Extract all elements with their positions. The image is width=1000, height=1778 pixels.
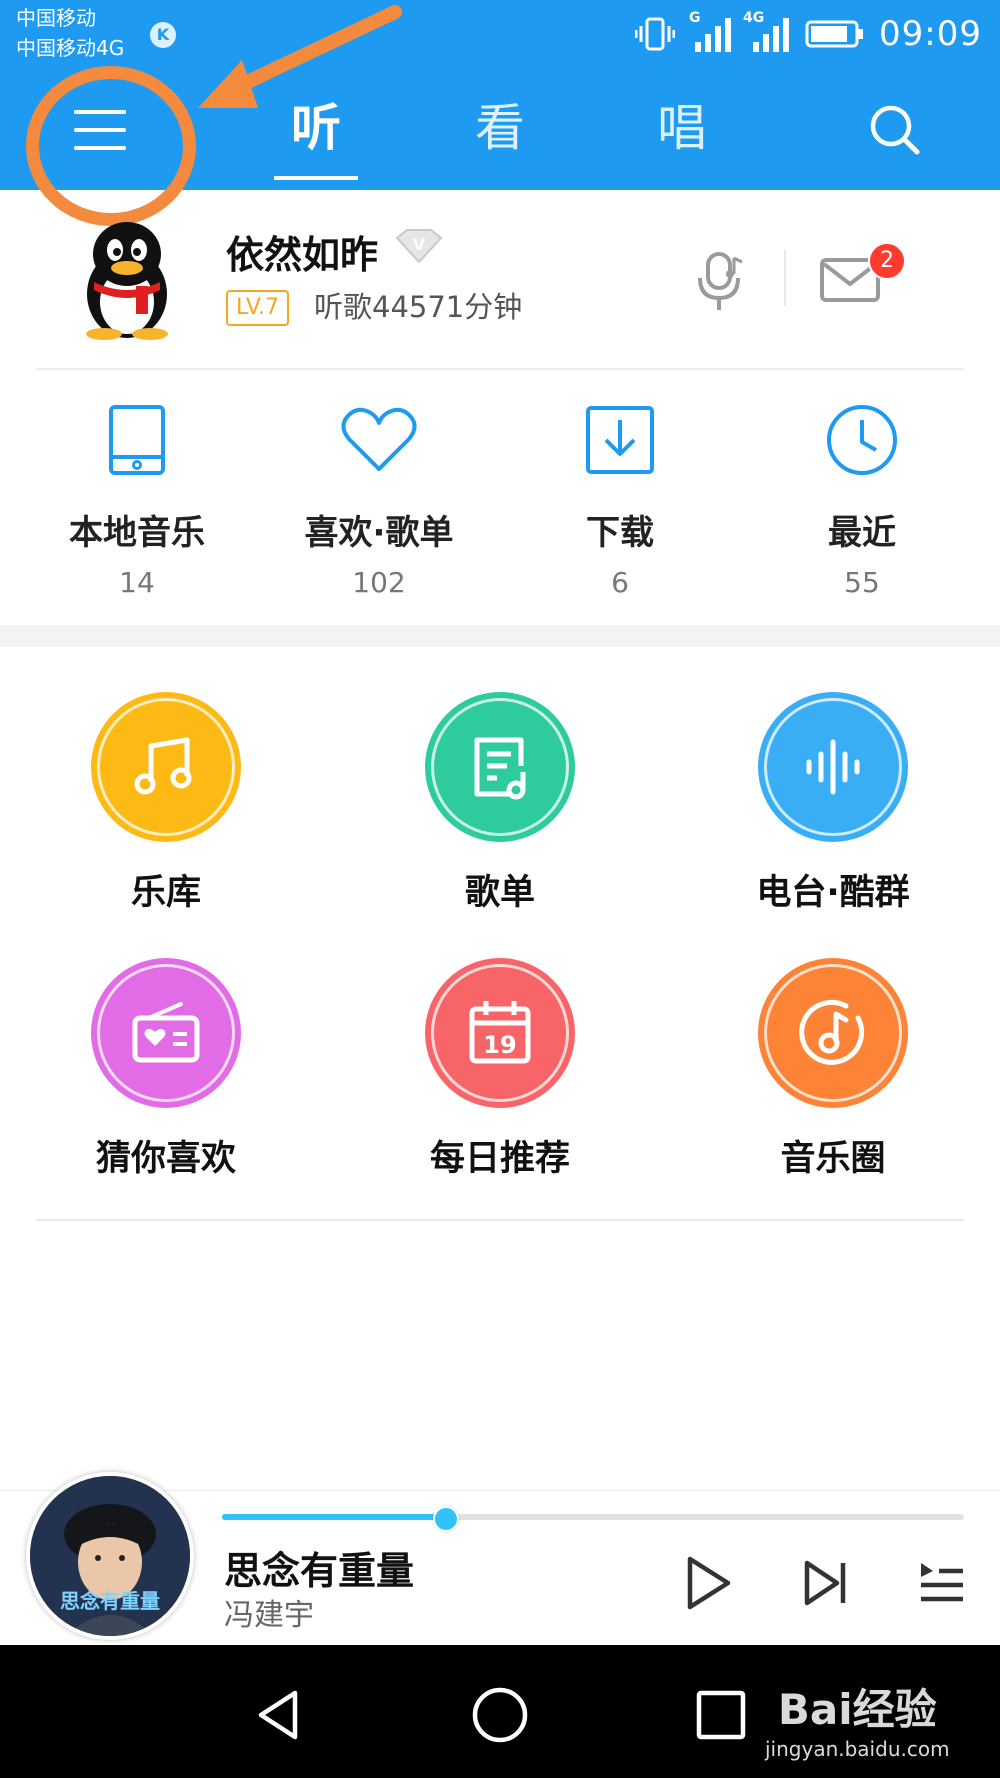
level-badge: LV.7 <box>226 290 290 326</box>
watermark: Bai经验 jingyan.baidu.com <box>765 1676 950 1761</box>
grid-circle <box>91 692 241 842</box>
home-circle-icon <box>472 1687 528 1743</box>
grid-label: 乐库 <box>130 873 201 913</box>
microphone-note-icon <box>698 252 743 310</box>
carrier-label-1: 中国移动 <box>16 6 96 30</box>
quick-favorites[interactable]: 喜欢·歌单 102 <box>269 395 489 599</box>
queue-list-icon <box>921 1563 963 1602</box>
progress-fill <box>222 1514 445 1520</box>
progress-knob[interactable] <box>432 1506 459 1532</box>
grid-label: 每日推荐 <box>429 1139 570 1179</box>
back-triangle-icon <box>258 1690 298 1740</box>
music-circle-icon <box>799 999 865 1065</box>
grid-label: 猜你喜欢 <box>95 1139 236 1179</box>
vibrate-icon <box>635 17 676 51</box>
clock-time: 09:09 <box>879 14 982 54</box>
progress-bar[interactable] <box>222 1506 964 1532</box>
calendar-icon: 19 <box>469 1001 531 1064</box>
clock-icon <box>827 405 897 475</box>
tab-sing-label: 唱 <box>657 99 707 157</box>
signal-icon-2: 4G <box>743 10 791 54</box>
playlist-queue-button[interactable] <box>906 1548 976 1618</box>
grid-circle <box>758 692 908 842</box>
svg-text:19: 19 <box>483 1031 516 1059</box>
search-button[interactable] <box>860 98 930 162</box>
quick-recent[interactable]: 最近 55 <box>752 395 972 599</box>
tab-sing[interactable]: 唱 <box>622 88 742 178</box>
search-icon <box>870 105 920 155</box>
vip-diamond-icon[interactable]: V <box>394 228 444 268</box>
grid-playlists[interactable]: 歌单 <box>370 692 630 915</box>
grid-circle <box>91 958 241 1108</box>
tab-watch-label: 看 <box>475 99 525 157</box>
tablet-icon <box>109 405 165 475</box>
signal-icon-1: G <box>689 10 733 54</box>
divider <box>36 368 964 370</box>
grid-radio-groups[interactable]: 电台·酷群 <box>703 692 963 915</box>
quick-label: 最近 <box>828 513 896 553</box>
grid-daily-recommend[interactable]: 19 每日推荐 <box>370 958 630 1181</box>
quick-count: 6 <box>611 566 629 599</box>
song-title[interactable]: 思念有重量 <box>224 1540 414 1595</box>
grid-label: 音乐圈 <box>780 1139 886 1179</box>
system-recents-button[interactable] <box>686 1680 756 1750</box>
watermark-brand: Bai经验 <box>777 1685 937 1734</box>
system-home-button[interactable] <box>465 1680 535 1750</box>
quick-count: 14 <box>119 566 155 599</box>
username[interactable]: 依然如昨 <box>226 224 378 279</box>
divider <box>36 1219 964 1221</box>
unread-badge: 2 <box>868 242 906 280</box>
heart-icon <box>341 407 417 471</box>
quick-local-music[interactable]: 本地音乐 14 <box>27 395 247 599</box>
svg-text:V: V <box>413 235 426 254</box>
quick-count: 102 <box>352 566 406 599</box>
radio-icon <box>132 1002 200 1063</box>
next-track-button[interactable] <box>790 1548 860 1618</box>
quick-downloads[interactable]: 下载 6 <box>510 395 730 599</box>
recognize-song-button[interactable] <box>690 248 752 314</box>
recents-square-icon <box>696 1690 746 1740</box>
quick-label: 本地音乐 <box>69 513 205 553</box>
watermark-url: jingyan.baidu.com <box>765 1737 950 1761</box>
sound-wave-icon <box>806 739 860 795</box>
active-tab-indicator <box>274 176 358 180</box>
grid-circle <box>425 692 575 842</box>
play-button[interactable] <box>672 1548 742 1618</box>
download-icon <box>586 406 654 474</box>
annotation-arrow-icon <box>198 5 402 108</box>
battery-icon <box>805 20 864 48</box>
avatar[interactable] <box>72 220 182 340</box>
grid-circle <box>758 958 908 1108</box>
carrier-label-2: 中国移动4G <box>16 36 125 60</box>
skip-next-icon <box>804 1560 846 1606</box>
music-note-icon <box>134 737 192 795</box>
quick-count: 55 <box>844 566 880 599</box>
grid-music-library[interactable]: 乐库 <box>36 692 296 915</box>
quick-label: 下载 <box>586 513 654 553</box>
listen-time: 听歌44571分钟 <box>314 290 523 324</box>
system-back-button[interactable] <box>244 1680 314 1750</box>
album-cover[interactable]: 思念有重量 <box>26 1472 194 1640</box>
playlist-icon <box>474 737 526 800</box>
grid-circle: 19 <box>425 958 575 1108</box>
grid-label: 歌单 <box>464 873 535 913</box>
svg-text:思念有重量: 思念有重量 <box>60 1589 160 1613</box>
quick-label: 喜欢·歌单 <box>304 513 454 553</box>
grid-music-circle[interactable]: 音乐圈 <box>703 958 963 1181</box>
k-app-icon: K <box>150 22 176 48</box>
tab-watch[interactable]: 看 <box>440 88 560 178</box>
divider <box>784 250 786 306</box>
song-artist[interactable]: 冯建宇 <box>224 1590 314 1634</box>
grid-label: 电台·酷群 <box>756 873 910 913</box>
section-separator <box>0 625 1000 647</box>
grid-guess-you-like[interactable]: 猜你喜欢 <box>36 958 296 1181</box>
annotation-circle <box>26 66 196 226</box>
play-icon <box>687 1556 731 1610</box>
status-icons: G 4G 09:09 <box>635 10 982 58</box>
